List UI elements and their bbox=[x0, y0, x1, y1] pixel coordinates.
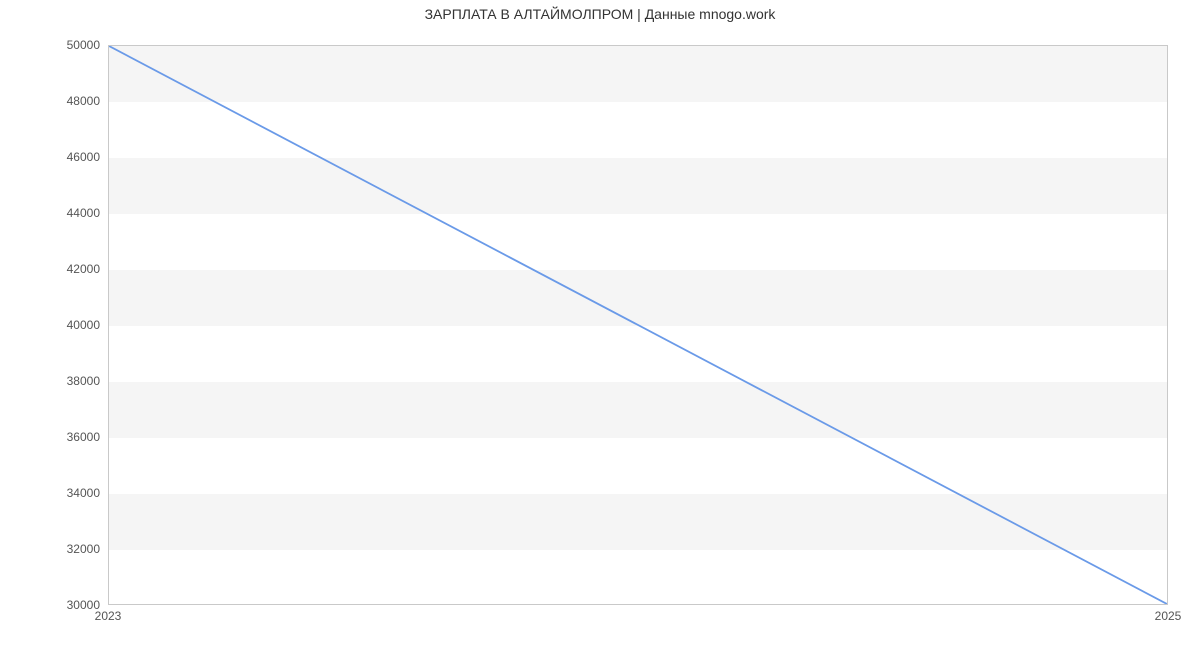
y-tick-label: 46000 bbox=[0, 150, 100, 164]
y-tick-label: 34000 bbox=[0, 486, 100, 500]
y-tick-label: 32000 bbox=[0, 542, 100, 556]
x-tick-label: 2023 bbox=[95, 609, 122, 623]
y-tick-label: 48000 bbox=[0, 94, 100, 108]
x-tick-label: 2025 bbox=[1155, 609, 1182, 623]
y-tick-label: 30000 bbox=[0, 598, 100, 612]
chart-container: ЗАРПЛАТА В АЛТАЙМОЛПРОМ | Данные mnogo.w… bbox=[0, 0, 1200, 650]
y-tick-label: 38000 bbox=[0, 374, 100, 388]
y-tick-label: 44000 bbox=[0, 206, 100, 220]
y-tick-label: 40000 bbox=[0, 318, 100, 332]
y-tick-label: 42000 bbox=[0, 262, 100, 276]
y-tick-label: 50000 bbox=[0, 38, 100, 52]
y-tick-label: 36000 bbox=[0, 430, 100, 444]
y-axis-labels: 30000 32000 34000 36000 38000 40000 42000 44000… bbox=[0, 0, 1200, 650]
